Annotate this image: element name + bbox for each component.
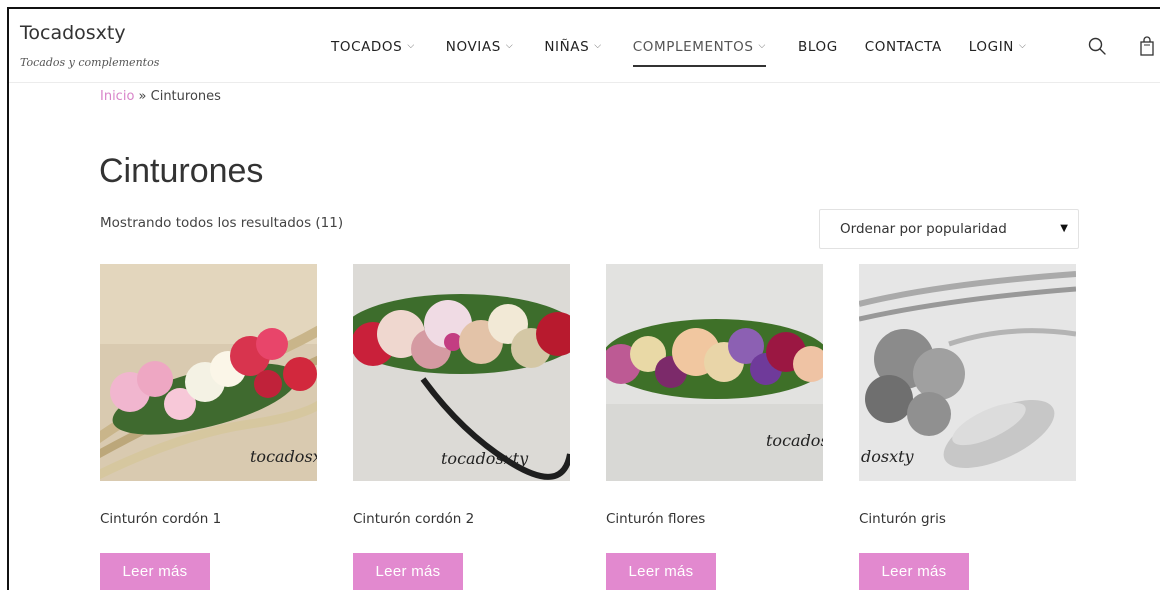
svg-text:dosxty: dosxty xyxy=(861,447,915,466)
nav-item-blog[interactable]: BLOG xyxy=(798,35,838,59)
dropdown-arrow-icon: ▼ xyxy=(1060,223,1068,234)
chevron-down-icon: ⌵ xyxy=(758,41,766,51)
breadcrumb: Inicio » Cinturones xyxy=(100,89,221,104)
site-header: Tocadosxty Tocados y complementos TOCADO… xyxy=(9,9,1160,83)
nav-item-complementos[interactable]: COMPLEMENTOS ⌵ xyxy=(632,35,767,67)
sort-selected-value: Ordenar por popularidad xyxy=(840,221,1007,237)
shopping-bag-icon[interactable] xyxy=(1139,36,1155,56)
nav-label: CONTACTA xyxy=(864,39,942,55)
nav-label: BLOG xyxy=(797,39,838,55)
product-card: tocadosx Cinturón cordón 1 Leer más xyxy=(100,264,317,590)
chevron-down-icon: ⌵ xyxy=(594,41,602,51)
product-card: tocadosxty Cinturón cordón 2 Leer más xyxy=(353,264,570,590)
chevron-down-icon: ⌵ xyxy=(505,41,514,51)
breadcrumb-separator: » xyxy=(134,89,151,104)
svg-text:tocadosxty: tocadosxty xyxy=(441,449,529,468)
nav-label: LOGIN xyxy=(968,39,1015,55)
site-tagline: Tocados y complementos xyxy=(20,56,160,69)
nav-label: NOVIAS xyxy=(445,39,501,55)
product-title[interactable]: Cinturón flores xyxy=(606,511,823,527)
product-image[interactable]: dosxty xyxy=(859,264,1076,481)
product-title[interactable]: Cinturón gris xyxy=(859,511,1076,527)
nav-label: TOCADOS xyxy=(331,39,403,55)
product-card: tocados Cinturón flores Leer más xyxy=(606,264,823,590)
page-title: Cinturones xyxy=(99,152,264,190)
nav-label: COMPLEMENTOS xyxy=(632,39,754,55)
svg-text:tocados: tocados xyxy=(766,431,823,450)
nav-item-login[interactable]: LOGIN ⌵ xyxy=(969,35,1027,59)
results-count: Mostrando todos los resultados (11) xyxy=(100,215,344,231)
read-more-button[interactable]: Leer más xyxy=(100,553,210,590)
nav-label: NIÑAS xyxy=(544,39,590,55)
product-card: dosxty Cinturón gris Leer más xyxy=(859,264,1076,590)
nav-item-contacta[interactable]: CONTACTA xyxy=(865,35,942,59)
product-title[interactable]: Cinturón cordón 1 xyxy=(100,511,317,527)
product-title[interactable]: Cinturón cordón 2 xyxy=(353,511,570,527)
chevron-down-icon: ⌵ xyxy=(1019,41,1027,51)
chevron-down-icon: ⌵ xyxy=(407,41,415,51)
product-image[interactable]: tocados xyxy=(606,264,823,481)
nav-item-tocados[interactable]: TOCADOS ⌵ xyxy=(331,35,415,59)
read-more-button[interactable]: Leer más xyxy=(606,553,716,590)
read-more-button[interactable]: Leer más xyxy=(859,553,969,590)
breadcrumb-home-link[interactable]: Inicio xyxy=(100,89,134,104)
sort-select[interactable]: Ordenar por popularidad ▼ xyxy=(819,209,1079,249)
breadcrumb-current: Cinturones xyxy=(150,89,221,104)
nav-item-ninas[interactable]: NIÑAS ⌵ xyxy=(544,35,601,59)
svg-text:tocadosx: tocadosx xyxy=(250,447,317,466)
read-more-button[interactable]: Leer más xyxy=(353,553,463,590)
browser-viewport: Tocadosxty Tocados y complementos TOCADO… xyxy=(7,7,1160,590)
nav-item-novias[interactable]: NOVIAS ⌵ xyxy=(446,35,514,59)
product-image[interactable]: tocadosx xyxy=(100,264,317,481)
site-title[interactable]: Tocadosxty xyxy=(20,22,126,44)
product-image[interactable]: tocadosxty xyxy=(353,264,570,481)
main-navigation: TOCADOS ⌵ NOVIAS ⌵ NIÑAS ⌵ COMPLEMENTOS … xyxy=(331,35,1027,67)
search-icon[interactable] xyxy=(1087,36,1107,56)
